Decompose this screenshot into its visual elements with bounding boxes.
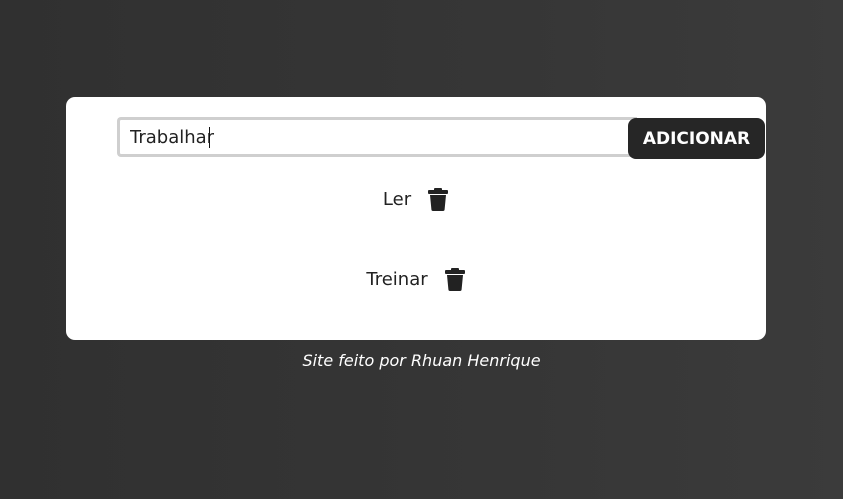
task-label: Ler <box>382 188 412 210</box>
task-input[interactable] <box>117 117 637 157</box>
trash-icon[interactable] <box>444 266 466 292</box>
text-caret <box>209 127 210 148</box>
add-task-form: ADICIONAR <box>117 117 765 159</box>
task-list: Ler Treinar <box>66 179 766 339</box>
footer-credit: Site feito por Rhuan Henrique <box>302 351 541 370</box>
trash-icon[interactable] <box>427 186 449 212</box>
todo-card: ADICIONAR Ler Treinar <box>66 97 766 340</box>
task-label: Treinar <box>366 268 428 290</box>
list-item: Treinar <box>66 259 766 299</box>
add-button[interactable]: ADICIONAR <box>628 118 765 159</box>
list-item: Ler <box>66 179 766 219</box>
